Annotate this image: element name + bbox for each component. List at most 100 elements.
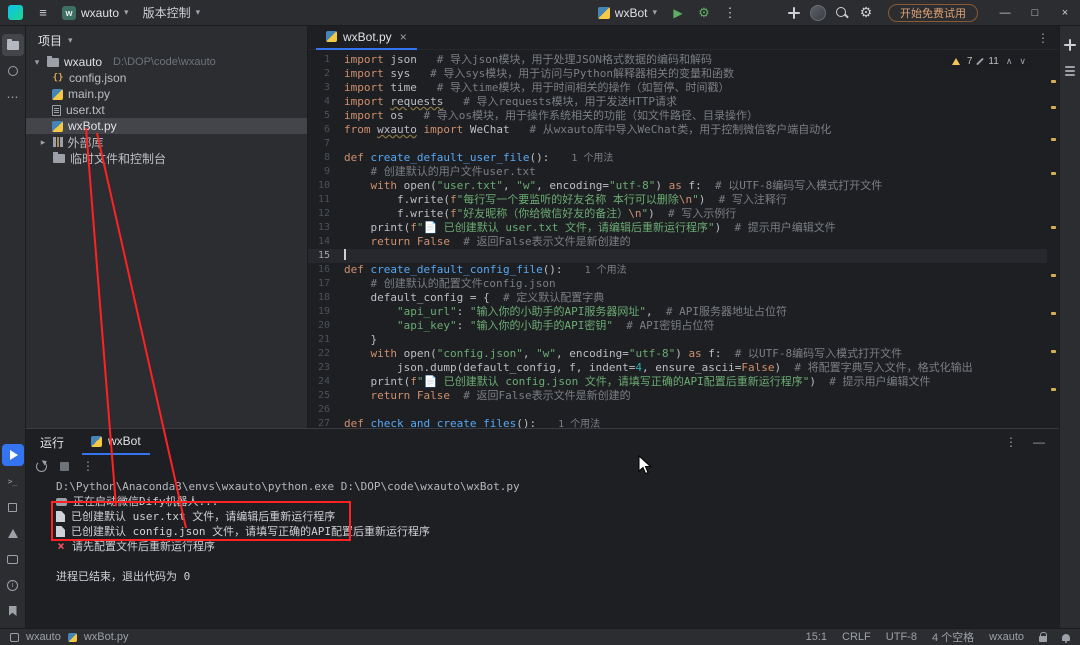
weak-warning-count: 11 (988, 56, 999, 67)
status-widget-2[interactable]: CRLF (842, 631, 871, 643)
more-run-actions-icon[interactable]: ⋮ (718, 3, 742, 23)
tab-close-icon[interactable]: × (400, 30, 407, 44)
search-everywhere-icon[interactable] (830, 3, 854, 23)
code-line-10[interactable]: 10 with open("user.txt", "w", encoding="… (308, 179, 1047, 193)
project-file-user.txt[interactable]: user.txt (26, 102, 307, 118)
more-tools-button[interactable]: ⋯ (2, 86, 24, 108)
inspection-mark[interactable] (1051, 274, 1056, 277)
code-line-26[interactable]: 26 (308, 403, 1047, 417)
code-line-25[interactable]: 25 return False # 返回False表示文件是新创建的 (308, 389, 1047, 403)
code-line-20[interactable]: 20 "api_key": "输入你的小助手的API密钥" # API密钥占位符 (308, 319, 1047, 333)
prev-problem-icon[interactable]: ∧ (1006, 56, 1013, 67)
pycharm-logo-icon[interactable] (8, 5, 23, 20)
inspection-mark[interactable] (1051, 226, 1056, 229)
run-button[interactable]: ▶ (666, 3, 690, 23)
problems-tool-button[interactable] (2, 522, 24, 544)
project-file-config.json[interactable]: {} config.json (26, 70, 307, 86)
code-line-16[interactable]: 16 def create_default_config_file(): 1 个用… (308, 263, 1047, 277)
project-file-main.py[interactable]: main.py (26, 86, 307, 102)
code-line-23[interactable]: 23 json.dump(default_config, f, indent=4… (308, 361, 1047, 375)
project-file-wxBot.py[interactable]: wxBot.py (26, 118, 307, 134)
error-stripe[interactable] (1049, 50, 1058, 428)
code-line-11[interactable]: 11 f.write(f"每行写一个要监听的好友名称 本行可以删除\n") # … (308, 193, 1047, 207)
inspection-mark[interactable] (1051, 80, 1056, 83)
minimize-button[interactable]: — (990, 0, 1020, 26)
inspection-mark[interactable] (1051, 138, 1056, 141)
vcs-widget[interactable]: 版本控制 ▾ (136, 2, 208, 23)
code-line-2[interactable]: 2 import sys # 导入sys模块，用于访问与Python解释器相关的变… (308, 67, 1047, 81)
code-line-24[interactable]: 24 print(f"📄 已创建默认 config.json 文件，请填写正确的… (308, 375, 1047, 389)
json-file-icon: {} (52, 73, 64, 83)
code-line-27[interactable]: 27 def check_and_create_files(): 1 个用法 (308, 417, 1047, 428)
console-more-icon[interactable]: ⋮ (82, 459, 94, 473)
run-tool-button[interactable] (1, 444, 24, 466)
py-file-icon (52, 88, 63, 100)
code-line-5[interactable]: 5 import os # 导入os模块，用于操作系统相关的功能（如文件路径、目录… (308, 109, 1047, 123)
run-panel-options-icon[interactable]: ⋮ (1005, 435, 1017, 449)
code-line-19[interactable]: 19 "api_url": "输入你的小助手的API服务器网址", # API服… (308, 305, 1047, 319)
todo-tool-button[interactable]: i (2, 574, 24, 596)
ai-assistant-icon[interactable] (782, 3, 806, 23)
code-line-22[interactable]: 22 with open("config.json", "w", encodin… (308, 347, 1047, 361)
tab-options-icon[interactable]: ⋮ (1037, 31, 1049, 45)
trial-button[interactable]: 开始免费试用 (888, 3, 978, 22)
code-line-12[interactable]: 12 f.write(f"好友昵称（你给微信好友的备注）\n") # 写入示例行 (308, 207, 1047, 221)
inspection-mark[interactable] (1051, 312, 1056, 315)
status-widget-1[interactable]: 15:1 (806, 631, 827, 643)
terminal-tool-button[interactable] (2, 548, 24, 570)
status-project-name[interactable]: wxauto (26, 631, 61, 643)
run-config-selector[interactable]: wxBot ▾ (591, 4, 664, 22)
project-selector[interactable]: w wxauto ▾ (55, 4, 136, 22)
code-line-14[interactable]: 14 return False # 返回False表示文件是新创建的 (308, 235, 1047, 249)
console-output[interactable]: D:\Python\Anaconda3\envs\wxauto\python.e… (56, 479, 1043, 624)
project-group-external-libraries[interactable]: ▸ 外部库 (26, 134, 307, 150)
python-packages-tool-button[interactable] (2, 496, 24, 518)
code-line-13[interactable]: 13 print(f"📄 已创建默认 user.txt 文件，请编辑后重新运行程… (308, 221, 1047, 235)
project-group-scratches[interactable]: 临时文件和控制台 (26, 150, 307, 166)
run-options-icon[interactable]: ⚙ (692, 3, 716, 23)
next-problem-icon[interactable]: ∨ (1019, 56, 1026, 67)
code-line-6[interactable]: 6 from wxauto import WeChat # 从wxauto库中导入… (308, 123, 1047, 137)
code-line-18[interactable]: 18 default_config = { # 定义默认配置字典 (308, 291, 1047, 305)
readonly-lock-icon[interactable] (1039, 631, 1047, 642)
bookmarks-tool-button[interactable] (2, 600, 24, 622)
commit-tool-button[interactable] (2, 60, 24, 82)
stop-icon[interactable] (60, 461, 69, 471)
project-tool-button[interactable] (1, 34, 24, 56)
run-tab-wxbot[interactable]: wxBot (82, 429, 150, 455)
inspections-widget[interactable]: 7 11 ∧ ∨ (944, 54, 1033, 69)
code-line-4[interactable]: 4 import requests # 导入requests模块，用于发送HTTP… (308, 95, 1047, 109)
inspection-mark[interactable] (1051, 106, 1056, 109)
database-tool-button[interactable] (1059, 60, 1080, 82)
status-widget-3[interactable]: UTF-8 (886, 631, 917, 643)
code-line-15[interactable]: 15 (308, 249, 1047, 263)
user-avatar[interactable] (806, 3, 830, 23)
project-root-row[interactable]: ▾ wxauto D:\DOP\code\wxauto (26, 54, 307, 70)
code-line-9[interactable]: 9 # 创建默认的用户文件user.txt (308, 165, 1047, 179)
line-number: 2 (323, 68, 330, 79)
hide-panel-icon[interactable]: — (1033, 435, 1045, 449)
project-panel-header[interactable]: 项目 ▾ (26, 26, 307, 54)
code-line-8[interactable]: 8 def create_default_user_file(): 1 个用法 (308, 151, 1047, 165)
python-console-tool-button[interactable]: >_ (2, 470, 24, 492)
ai-assistant-tool-button[interactable] (1059, 34, 1080, 56)
editor-tab-wxbot[interactable]: wxBot.py × (316, 26, 417, 50)
status-file-name[interactable]: wxBot.py (84, 631, 129, 643)
maximize-button[interactable]: □ (1020, 0, 1050, 26)
rerun-icon[interactable] (36, 460, 47, 472)
inspection-mark[interactable] (1051, 350, 1056, 353)
main-menu-icon[interactable]: ≡ (31, 3, 55, 23)
status-widget-5[interactable]: wxauto (989, 631, 1024, 643)
code-line-17[interactable]: 17 # 创建默认的配置文件config.json (308, 277, 1047, 291)
code-line-7[interactable]: 7 (308, 137, 1047, 151)
close-button[interactable]: × (1050, 0, 1080, 26)
code-line-3[interactable]: 3 import time # 导入time模块，用于时间相关的操作（如暂停、时间… (308, 81, 1047, 95)
code-area[interactable]: 1 import json # 导入json模块，用于处理JSON格式数据的编码和… (308, 50, 1047, 428)
inspection-mark[interactable] (1051, 172, 1056, 175)
notifications-icon[interactable] (1062, 633, 1070, 643)
code-line-21[interactable]: 21 } (308, 333, 1047, 347)
inspection-mark[interactable] (1051, 388, 1056, 391)
settings-gear-icon[interactable]: ⚙ (854, 3, 878, 23)
code-line-1[interactable]: 1 import json # 导入json模块，用于处理JSON格式数据的编码和… (308, 53, 1047, 67)
status-widget-4[interactable]: 4 个空格 (932, 629, 974, 645)
